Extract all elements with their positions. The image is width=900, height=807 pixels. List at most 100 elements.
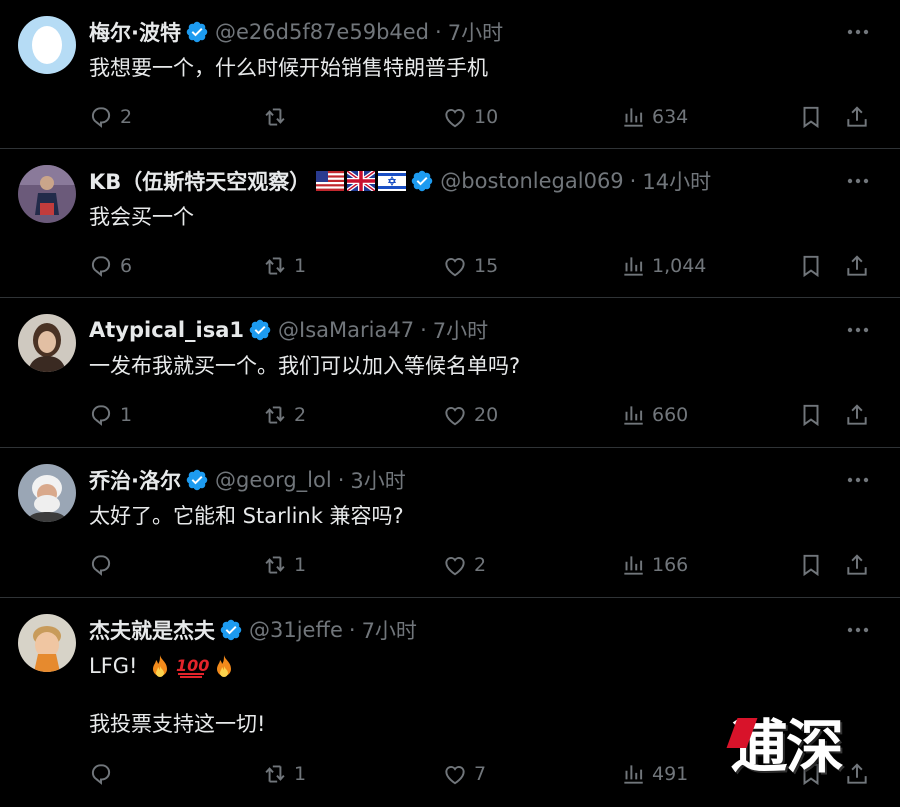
avatar[interactable] (18, 614, 76, 672)
views-button[interactable]: 660 (620, 398, 688, 432)
retweet-button[interactable]: 1 (262, 757, 306, 791)
user-photo-avatar-icon (18, 614, 76, 672)
verified-badge-icon[interactable] (410, 169, 434, 193)
analytics-icon (620, 552, 646, 578)
share-button[interactable] (844, 548, 870, 582)
retweet-button[interactable]: 2 (262, 398, 306, 432)
tweet[interactable]: KB（伍斯特天空观察） @bostonlegal069 · 14小时 我会买一个… (0, 149, 900, 298)
verified-badge-icon[interactable] (248, 318, 272, 342)
tweet-text: 一发布我就买一个。我们可以加入等候名单吗? (89, 350, 840, 382)
timestamp[interactable]: 7小时 (433, 315, 488, 345)
reply-button[interactable]: 6 (88, 249, 132, 283)
separator-dot: · (629, 169, 637, 193)
retweet-icon (262, 253, 288, 279)
share-button[interactable] (844, 398, 870, 432)
share-button[interactable] (844, 100, 870, 134)
tweet[interactable]: 梅尔·波特 @e26d5f87e59b4ed · 7小时 我想要一个，什么时候开… (0, 0, 900, 149)
tweet-text-line: LFG! (89, 654, 138, 678)
analytics-icon (620, 402, 646, 428)
user-handle[interactable]: @bostonlegal069 (440, 169, 623, 193)
bookmark-button[interactable] (798, 249, 824, 283)
avatar[interactable] (18, 464, 76, 522)
like-count: 15 (474, 255, 499, 277)
retweet-count: 2 (294, 404, 307, 426)
reply-button[interactable]: 1 (88, 398, 132, 432)
reply-icon (88, 253, 114, 279)
analytics-icon (620, 253, 646, 279)
tweet-text: 我想要一个，什么时候开始销售特朗普手机 (89, 52, 840, 84)
tweet-header: KB（伍斯特天空观察） @bostonlegal069 · 14小时 (89, 165, 840, 197)
tweet[interactable]: Atypical_isa1 @IsaMaria47 · 7小时 一发布我就买一个… (0, 298, 900, 448)
bookmark-button[interactable] (798, 100, 824, 134)
like-button[interactable]: 20 (442, 398, 498, 432)
user-photo-avatar-icon (18, 464, 76, 522)
reply-count: 6 (120, 255, 133, 277)
like-button[interactable]: 15 (442, 249, 498, 283)
tweet-actions: 1 2 20 660 (88, 398, 880, 432)
display-name[interactable]: 梅尔·波特 (89, 17, 181, 47)
more-options-button[interactable] (840, 316, 876, 344)
more-icon (846, 177, 870, 185)
more-options-button[interactable] (840, 18, 876, 46)
tweet-text-line: 一发布我就买一个。我们可以加入等候名单吗? (89, 354, 521, 378)
more-options-button[interactable] (840, 167, 876, 195)
hundred-points-emoji-icon: 100 (176, 656, 209, 678)
views-button[interactable]: 491 (620, 757, 688, 791)
flag-emojis (316, 171, 407, 191)
default-egg-avatar-icon (18, 16, 76, 74)
svg-text:100: 100 (176, 656, 209, 675)
retweet-button[interactable]: 1 (262, 249, 306, 283)
analytics-icon (620, 761, 646, 787)
like-button[interactable]: 7 (442, 757, 486, 791)
tweet-text-line: 我会买一个 (89, 205, 194, 229)
display-name[interactable]: 乔治·洛尔 (89, 465, 181, 495)
display-name[interactable]: KB（伍斯特天空观察） (89, 166, 310, 196)
tweet-text-line: 太好了。它能和 Starlink 兼容吗? (89, 504, 404, 528)
reply-button[interactable]: 2 (88, 100, 132, 134)
tweet-actions: 6 1 15 1,044 (88, 249, 880, 283)
retweet-button[interactable] (262, 100, 294, 134)
bookmark-button[interactable] (798, 548, 824, 582)
user-handle[interactable]: @georg_lol (215, 468, 332, 492)
like-button[interactable]: 2 (442, 548, 486, 582)
tweet[interactable]: 乔治·洛尔 @georg_lol · 3小时 太好了。它能和 Starlink … (0, 448, 900, 598)
views-button[interactable]: 166 (620, 548, 688, 582)
separator-dot: · (337, 468, 345, 492)
display-name[interactable]: 杰夫就是杰夫 (89, 615, 215, 645)
timestamp[interactable]: 14小时 (642, 166, 711, 196)
views-button[interactable]: 1,044 (620, 249, 706, 283)
reply-icon (88, 104, 114, 130)
avatar[interactable] (18, 165, 76, 223)
retweet-button[interactable]: 1 (262, 548, 306, 582)
reply-button[interactable] (88, 757, 120, 791)
reply-count: 1 (120, 404, 133, 426)
share-icon (844, 402, 870, 428)
timestamp[interactable]: 7小时 (448, 17, 503, 47)
more-options-button[interactable] (840, 616, 876, 644)
user-handle[interactable]: @31jeffe (249, 618, 343, 642)
display-name[interactable]: Atypical_isa1 (89, 318, 244, 342)
bookmark-button[interactable] (798, 398, 824, 432)
user-photo-avatar-icon (18, 314, 76, 372)
more-options-button[interactable] (840, 466, 876, 494)
tweet-header: Atypical_isa1 @IsaMaria47 · 7小时 (89, 314, 840, 346)
user-handle[interactable]: @IsaMaria47 (278, 318, 414, 342)
share-button[interactable] (844, 249, 870, 283)
views-button[interactable]: 634 (620, 100, 688, 134)
like-button[interactable]: 10 (442, 100, 498, 134)
verified-badge-icon[interactable] (219, 618, 243, 642)
user-handle[interactable]: @e26d5f87e59b4ed (215, 20, 429, 44)
separator-dot: · (435, 20, 442, 44)
tweet-text: LFG! 100 我投票支持这一切! (89, 650, 840, 740)
tweet-header: 乔治·洛尔 @georg_lol · 3小时 (89, 464, 840, 496)
tweet-header: 杰夫就是杰夫 @31jeffe · 7小时 (89, 614, 840, 646)
tweet-text-line: 我投票支持这一切! (89, 712, 266, 736)
timestamp[interactable]: 3小时 (350, 465, 405, 495)
reply-button[interactable] (88, 548, 120, 582)
avatar[interactable] (18, 314, 76, 372)
timestamp[interactable]: 7小时 (362, 615, 417, 645)
verified-badge-icon[interactable] (185, 468, 209, 492)
more-icon (846, 28, 870, 36)
avatar[interactable] (18, 16, 76, 74)
verified-badge-icon[interactable] (185, 20, 209, 44)
